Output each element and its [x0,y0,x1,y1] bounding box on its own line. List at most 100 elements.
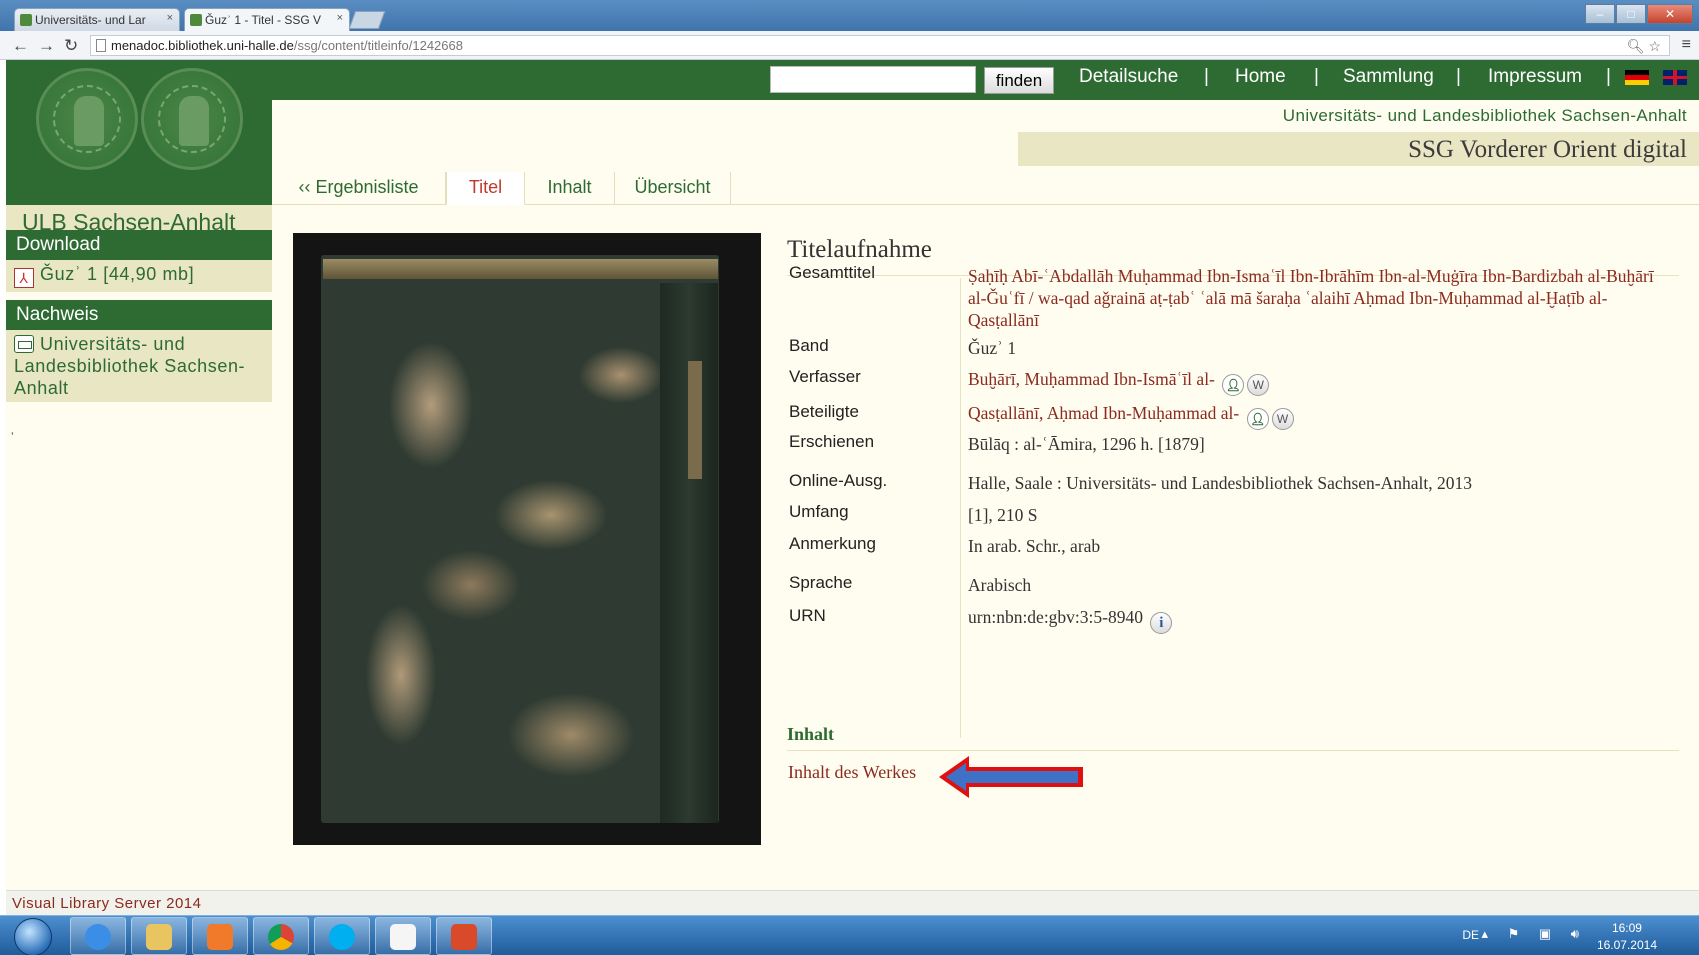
nav-detailsuche[interactable]: Detailsuche [1079,66,1178,88]
download-heading: Download [6,230,272,260]
minimize-button[interactable]: – [1585,4,1615,24]
german-flag-icon[interactable] [1625,70,1649,85]
tab-label: Universitäts- und Lar [35,13,146,27]
close-window-button[interactable]: ✕ [1647,4,1693,24]
new-tab-button[interactable] [348,11,386,29]
portal-title: SSG Vorderer Orient digital [1408,136,1687,163]
url-host: menadoc.bibliothek.uni-halle.de [111,38,294,53]
browser-tab-ulb[interactable]: Universitäts- und Lar × [14,8,180,31]
maximize-button[interactable]: □ [1616,4,1646,24]
contents-divider [787,750,1679,751]
tab-titel[interactable]: Titel [446,172,525,205]
close-tab-icon[interactable]: × [337,12,343,24]
url-path: /ssg/content/titleinfo/1242668 [293,38,463,53]
metadata-column-divider [960,278,961,738]
nachweis-library-label: Universitäts- und Landesbibliothek Sachs… [14,334,246,398]
label-verfasser: Verfasser [789,367,861,386]
verfasser-row: Buḫārī, Muḥammad Ibn-Ismāʿīl al- 👤︎ W [968,368,1668,396]
tab-inhalt[interactable]: Inhalt [525,172,615,205]
value-erschienen: Būlāq : al-ʿĀmira, 1296 h. [1879] [968,434,1205,454]
page: ULB Sachsen-Anhalt finden Detailsuche | … [6,60,1699,915]
book-spine-band [688,361,702,479]
ulb-favicon-icon [20,14,32,26]
browser-tab-titel[interactable]: Ǧuzʾ 1 - Titel - SSG V × [184,8,350,31]
address-bar[interactable]: menadoc.bibliothek.uni-halle.de/ssg/cont… [90,35,1670,56]
browser-menu-icon[interactable]: ≡ [1682,36,1691,54]
browser-toolbar: ← → ↻ menadoc.bibliothek.uni-halle.de/ss… [0,31,1699,60]
ulb-logo[interactable] [6,60,272,205]
nachweis-library-link[interactable]: Universitäts- und Landesbibliothek Sachs… [6,330,272,402]
info-icon[interactable]: i [1150,612,1173,634]
person-icon[interactable]: 👤︎ [1222,374,1245,396]
value-sprache: Arabisch [968,575,1032,595]
search-input[interactable] [770,66,976,93]
page-tabs: ‹‹ Ergebnisliste Titel Inhalt Übersicht [272,172,1699,205]
label-band: Band [789,336,829,355]
nav-separator: | [1606,66,1611,87]
download-pdf-link[interactable]: ⅄ Ǧuzʾ 1 [44,90 mb] [6,260,272,292]
wikipedia-icon[interactable]: W [1271,408,1294,430]
portal-title-bar: SSG Vorderer Orient digital [1018,132,1699,166]
chrome-icon[interactable] [253,917,309,955]
label-gesamttitel: Gesamttitel [789,263,875,282]
nav-separator: | [1456,66,1461,87]
value-online-ausg: Halle, Saale : Universitäts- und Landesb… [968,473,1472,493]
nav-impressum[interactable]: Impressum [1488,66,1582,88]
window-controls: – □ ✕ [1585,4,1693,24]
language-indicator[interactable]: DE [1462,928,1479,942]
presentation-app-icon[interactable] [436,917,492,955]
tab-uebersicht[interactable]: Übersicht [615,172,731,205]
back-arrow-icon[interactable]: ← [12,36,29,56]
internet-explorer-icon[interactable] [70,917,126,955]
value-urn: urn:nbn:de:gbv:3:5-8940 [968,607,1143,627]
media-player-icon[interactable] [192,917,248,955]
contents-link[interactable]: Inhalt des Werkes [788,762,916,783]
book-top-edge [323,259,718,279]
label-online-ausg: Online-Ausg. [789,471,888,490]
value-verfasser[interactable]: Buḫārī, Muḥammad Ibn-Ismāʿīl al- [968,369,1215,389]
zoom-star-icons[interactable]: 🔍︎ ☆ [1627,38,1661,55]
book-cover-image[interactable] [293,233,761,845]
value-band: Ǧuzʾ 1 [968,338,1017,358]
annotation-arrow-icon [939,756,1083,798]
browser-tab-bar: Universitäts- und Lar × Ǧuzʾ 1 - Titel -… [0,0,1699,31]
page-icon [96,39,106,52]
skype-icon[interactable] [314,917,370,955]
nachweis-heading: Nachweis [6,300,272,330]
nav-home[interactable]: Home [1235,66,1286,88]
top-navigation: finden Detailsuche | Home | Sammlung | I… [272,60,1699,100]
nav-sammlung[interactable]: Sammlung [1343,66,1434,88]
catalog-icon [14,335,34,353]
institution-name: Universitäts- und Landesbibliothek Sachs… [1282,106,1687,125]
tray-icons[interactable]: ▴ ⚑ ▣ 🔊︎ [1482,926,1588,942]
clock-time: 16:09 [1611,921,1642,935]
seal-left-icon [36,68,138,170]
label-umfang: Umfang [789,502,849,521]
pdf-icon: ⅄ [14,268,34,288]
windows-start-icon[interactable] [14,918,52,955]
windows-taskbar: DE ▴ ⚑ ▣ 🔊︎ 16:09 16.07.2014 [0,915,1699,955]
value-gesamttitel[interactable]: Ṣaḥīḥ Abī-ʿAbdallāh Muḥammad Ibn-Ismaʿīl… [968,265,1668,331]
file-explorer-icon[interactable] [131,917,187,955]
label-beteiligte: Beteiligte [789,402,859,421]
metadata-heading: Titelaufnahme [787,236,932,263]
uk-flag-icon[interactable] [1663,70,1687,85]
nav-separator: | [1204,66,1209,87]
wikipedia-icon[interactable]: W [1247,374,1270,396]
value-anmerkung: In arab. Schr., arab [968,536,1101,556]
label-erschienen: Erschienen [789,432,875,451]
reload-icon[interactable]: ↻ [64,36,78,56]
footer: Visual Library Server 2014 [6,890,1699,915]
forward-arrow-icon[interactable]: → [38,36,55,56]
footer-text: Visual Library Server 2014 [12,895,202,912]
clock[interactable]: 16:09 16.07.2014 [1597,920,1657,954]
tab-ergebnisliste[interactable]: ‹‹ Ergebnisliste [272,172,446,205]
reader-app-icon[interactable] [375,917,431,955]
search-button[interactable]: finden [984,67,1054,94]
clock-date: 16.07.2014 [1596,938,1657,952]
value-umfang: [1], 210 S [968,505,1038,525]
person-icon[interactable]: 👤︎ [1246,408,1269,430]
value-beteiligte[interactable]: Qasṭallānī, Aḥmad Ibn-Muḥammad al- [968,403,1239,423]
tab-label: Ǧuzʾ 1 - Titel - SSG V [205,13,322,27]
close-tab-icon[interactable]: × [167,12,173,24]
